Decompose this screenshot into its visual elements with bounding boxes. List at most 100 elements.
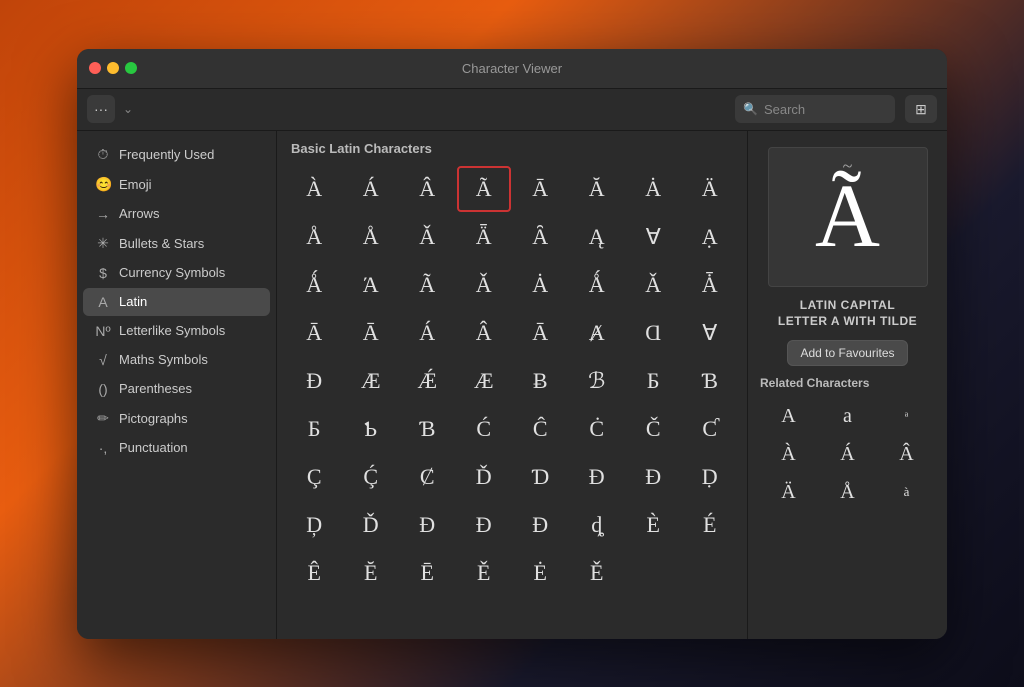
char-cell[interactable]: Æ [344,358,399,404]
char-cell[interactable]: Ã [457,166,512,212]
char-cell[interactable]: Ǡ [683,262,738,308]
char-cell[interactable]: Ð [570,454,625,500]
char-cell[interactable]: Ɐ [626,214,681,260]
char-cell[interactable]: Á [344,166,399,212]
char-cell[interactable]: Ḑ [287,502,342,548]
char-cell[interactable]: Ǟ [457,214,512,260]
expand-button[interactable]: ⌄ [119,98,137,120]
char-cell[interactable]: Ȧ [626,166,681,212]
char-cell[interactable]: Ɐ [683,310,738,356]
sidebar-item-latin[interactable]: ALatin [83,288,270,316]
char-cell[interactable]: Æ [457,358,512,404]
char-cell[interactable]: Ê [287,550,342,596]
related-char[interactable]: Å [819,474,876,510]
char-cell[interactable]: Ā [513,310,568,356]
related-char[interactable]: Â [878,436,935,472]
char-cell[interactable]: Å [287,214,342,260]
char-cell[interactable]: Ɑ [626,310,681,356]
char-cell[interactable]: Ǎ [626,262,681,308]
char-cell[interactable]: É [683,502,738,548]
char-cell[interactable]: Ȃ [513,214,568,260]
char-cell[interactable]: Đ [400,502,455,548]
char-cell[interactable]: Ḍ [683,454,738,500]
char-cell[interactable]: Å [344,214,399,260]
sidebar-item-parentheses[interactable]: ()Parentheses [83,375,270,403]
char-cell[interactable]: Ȧ [513,262,568,308]
related-char[interactable]: À [760,436,817,472]
char-cell[interactable]: Ȼ [400,454,455,500]
sidebar-item-punctuation[interactable]: ·,Punctuation [83,434,270,462]
char-cell[interactable]: Ƃ [626,358,681,404]
detail-char-name: LATIN CAPITAL LETTER A WITH TILDE [778,297,917,331]
char-cell[interactable]: Đ [457,502,512,548]
char-cell[interactable]: Ƅ [344,406,399,452]
char-cell[interactable]: ℬ [570,358,625,404]
related-char[interactable]: Á [819,436,876,472]
related-char[interactable]: Ä [760,474,817,510]
char-cell[interactable]: Ǎ [457,262,512,308]
options-button[interactable]: ··· [87,95,115,123]
char-cell[interactable]: Ǽ [400,358,455,404]
char-cell[interactable]: Đ [626,454,681,500]
char-cell[interactable]: Ⱥ [570,310,625,356]
grid-view-button[interactable]: ⊞ [905,95,937,123]
char-cell[interactable]: Á [400,310,455,356]
char-cell[interactable]: È [626,502,681,548]
char-cell[interactable]: Ď [457,454,512,500]
char-cell[interactable]: Ɓ [683,358,738,404]
char-cell[interactable]: Đ [513,502,568,548]
char-cell[interactable]: Â [400,166,455,212]
char-cell[interactable]: Ä [683,166,738,212]
add-to-favourites-button[interactable]: Add to Favourites [787,340,907,366]
char-cell[interactable]: Ã [400,262,455,308]
char-cell[interactable]: Ā [344,310,399,356]
char-cell[interactable]: Ć [457,406,512,452]
char-cell[interactable]: Ð [287,358,342,404]
related-char[interactable]: A [760,398,817,434]
sidebar-item-frequently-used[interactable]: ⏱Frequently Used [83,140,270,169]
char-cell[interactable]: Č [626,406,681,452]
search-input[interactable] [764,102,887,117]
char-cell[interactable]: Ĕ [344,550,399,596]
sidebar-item-pictographs[interactable]: ✏Pictographs [83,404,270,433]
sidebar-item-maths-symbols[interactable]: √Maths Symbols [83,346,270,374]
char-cell[interactable]: ȡ [570,502,625,548]
char-cell[interactable]: Ạ [683,214,738,260]
char-cell[interactable]: Ė [513,550,568,596]
minimize-button[interactable] [107,62,119,74]
char-cell[interactable]: Ě [457,550,512,596]
close-button[interactable] [89,62,101,74]
char-cell[interactable]: Ɗ [513,454,568,500]
sidebar-item-arrows[interactable]: →Arrows [83,200,270,228]
related-char[interactable]: à [878,474,935,510]
char-cell[interactable]: Ā [287,310,342,356]
sidebar-item-letterlike-symbols[interactable]: NºLetterlike Symbols [83,317,270,345]
related-char[interactable]: ᵃ [878,398,935,434]
sidebar-item-currency-symbols[interactable]: $Currency Symbols [83,259,270,287]
char-cell[interactable]: Ǻ [570,262,625,308]
char-cell[interactable]: À [287,166,342,212]
char-cell[interactable]: Ă [570,166,625,212]
char-cell[interactable]: Б [287,406,342,452]
char-cell[interactable]: Ç [287,454,342,500]
sidebar-item-emoji[interactable]: 😊Emoji [83,170,270,199]
char-cell[interactable]: Ĉ [513,406,568,452]
char-cell[interactable]: Ǎ [400,214,455,260]
related-char[interactable]: a [819,398,876,434]
char-cell[interactable]: Â [457,310,512,356]
char-cell[interactable]: Ě [570,550,625,596]
sidebar-item-bullets-stars[interactable]: ✳Bullets & Stars [83,229,270,258]
char-cell[interactable]: Ē [400,550,455,596]
char-cell[interactable]: Ā [513,166,568,212]
char-cell[interactable]: Ď [344,502,399,548]
toolbar: ··· ⌄ 🔍 ⊞ [77,89,947,131]
fullscreen-button[interactable] [125,62,137,74]
char-cell[interactable]: Ƀ [513,358,568,404]
char-cell[interactable]: Ċ [570,406,625,452]
char-cell[interactable]: Ɓ [400,406,455,452]
char-cell[interactable]: Ḉ [344,454,399,500]
char-cell[interactable]: Ǻ [287,262,342,308]
char-cell[interactable]: Ą [570,214,625,260]
char-cell[interactable]: Ƈ [683,406,738,452]
char-cell[interactable]: Ά [344,262,399,308]
